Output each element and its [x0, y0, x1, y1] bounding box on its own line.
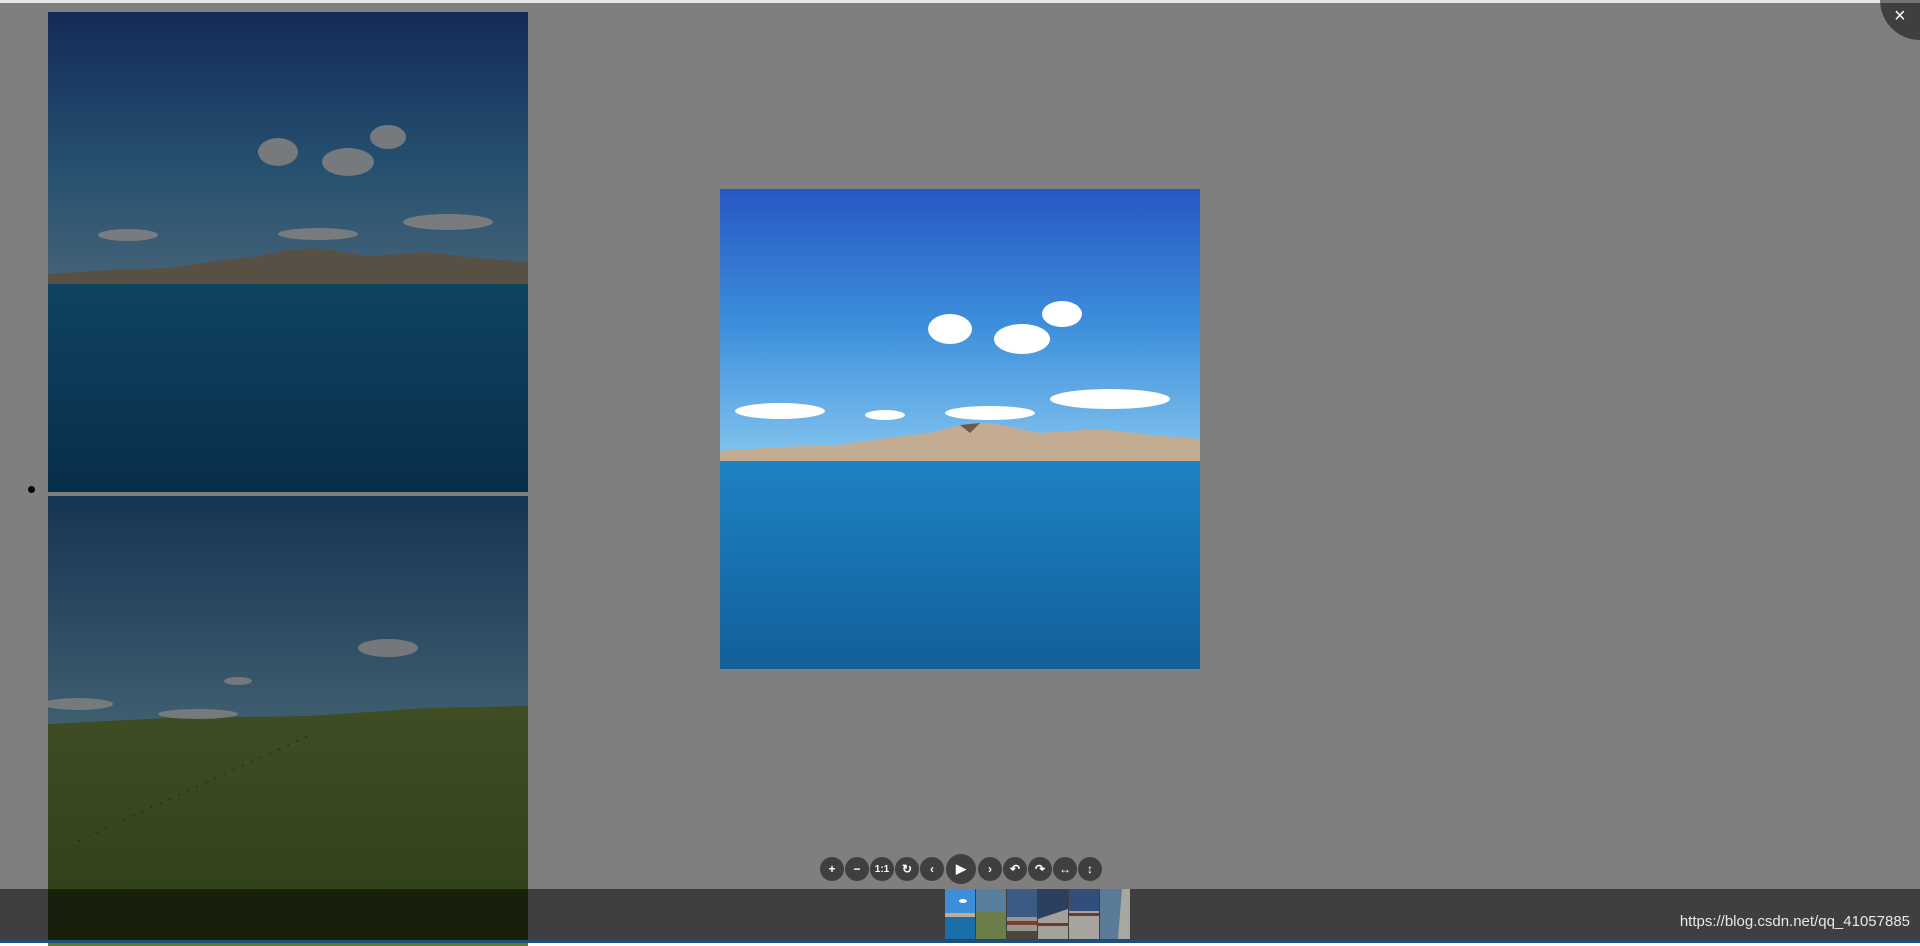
flip-vertical-button[interactable]: ↕ — [1078, 857, 1102, 881]
thumbnail-building-blue[interactable] — [1007, 889, 1037, 939]
reset-icon: ↻ — [901, 862, 913, 876]
rotate-right-icon: ↷ — [1034, 862, 1046, 876]
rotate-left-button[interactable]: ↶ — [1003, 857, 1027, 881]
one-to-one-button[interactable]: 1:1 — [870, 857, 894, 881]
watermark-url: https://blog.csdn.net/qq_41057885 — [1679, 913, 1910, 930]
next-button[interactable]: › — [978, 857, 1002, 881]
thumbnail-building-white[interactable] — [1069, 889, 1099, 939]
flip-horizontal-icon: ↔ — [1059, 862, 1071, 876]
zoom-out-icon: − — [853, 862, 861, 876]
zoom-in-icon: + — [828, 862, 836, 876]
thumbnail-building-dark[interactable] — [1038, 889, 1068, 939]
thumbnail-strip — [945, 889, 1131, 940]
play-button[interactable]: ▶ — [946, 854, 976, 884]
close-icon: × — [1894, 5, 1906, 27]
rotate-right-button[interactable]: ↷ — [1028, 857, 1052, 881]
zoom-in-button[interactable]: + — [820, 857, 844, 881]
next-icon: › — [988, 862, 992, 876]
prev-icon: ‹ — [930, 862, 934, 876]
thumbnail-grassland[interactable] — [976, 889, 1006, 939]
thumbnail-building-edge[interactable] — [1100, 889, 1130, 939]
one-to-one-icon: 1:1 — [874, 863, 890, 875]
viewer-main-image[interactable] — [720, 189, 1200, 669]
viewer-toolbar: + − 1:1 ↻ ‹ ▶ › ↶ ↷ ↔ ↕ — [820, 854, 1102, 884]
prev-button[interactable]: ‹ — [920, 857, 944, 881]
rotate-left-icon: ↶ — [1009, 862, 1021, 876]
zoom-out-button[interactable]: − — [845, 857, 869, 881]
reset-button[interactable]: ↻ — [895, 857, 919, 881]
thumbnail-lake-mountain[interactable] — [945, 889, 975, 939]
flip-vertical-icon: ↕ — [1087, 862, 1093, 876]
viewer-footer: https://blog.csdn.net/qq_41057885 — [0, 889, 1920, 940]
play-icon: ▶ — [956, 861, 966, 876]
flip-horizontal-button[interactable]: ↔ — [1053, 857, 1077, 881]
